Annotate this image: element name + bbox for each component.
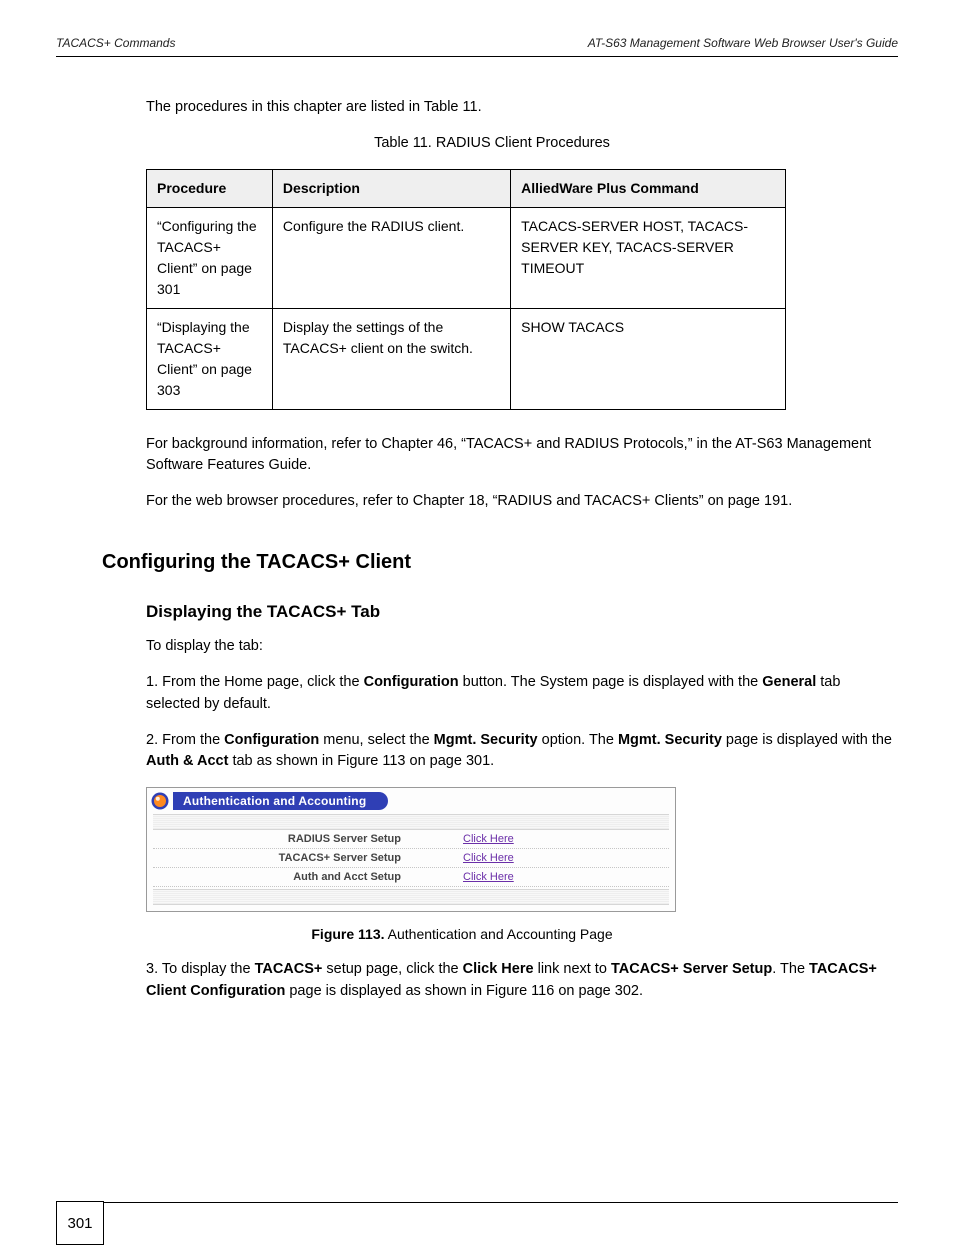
cell-description: Configure the RADIUS client. bbox=[272, 207, 510, 308]
step1-bold1: Configuration bbox=[364, 674, 459, 690]
figure-label: Figure 113. bbox=[311, 926, 384, 942]
tacacs-setup-link[interactable]: Click Here bbox=[463, 850, 514, 867]
header-left-text: TACACS+ Commands bbox=[56, 36, 175, 50]
step3-mid2: link next to bbox=[534, 961, 611, 977]
step-3: 3. To display the TACACS+ setup page, cl… bbox=[146, 959, 898, 1003]
radius-setup-link[interactable]: Click Here bbox=[463, 831, 514, 848]
panel-header: Authentication and Accounting bbox=[151, 792, 675, 810]
table-row: “Configuring the TACACS+ Client” on page… bbox=[147, 207, 786, 308]
table-caption: Table 11. RADIUS Client Procedures bbox=[146, 133, 898, 155]
post-table-para-1: For background information, refer to Cha… bbox=[146, 434, 898, 478]
col-header-description: Description bbox=[272, 169, 510, 207]
col-header-command: AlliedWare Plus Command bbox=[511, 169, 786, 207]
step2-mid3: page is displayed with the bbox=[722, 732, 892, 748]
auth-accounting-panel: Authentication and Accounting RADIUS Ser… bbox=[146, 787, 676, 912]
step-2: 2. From the Configuration menu, select t… bbox=[146, 730, 898, 774]
subsection-heading: Displaying the TACACS+ Tab bbox=[146, 599, 898, 625]
page-number: 301 bbox=[56, 1201, 104, 1245]
step1-mid: button. The System page is displayed wit… bbox=[459, 674, 763, 690]
step2-prefix: 2. From the bbox=[146, 732, 224, 748]
page-header: TACACS+ Commands AT-S63 Management Softw… bbox=[56, 36, 898, 57]
intro-paragraph: The procedures in this chapter are liste… bbox=[146, 97, 898, 119]
cell-procedure: “Configuring the TACACS+ Client” on page… bbox=[147, 207, 273, 308]
panel-bullet-icon bbox=[151, 792, 169, 810]
section-heading: Configuring the TACACS+ Client bbox=[102, 547, 898, 577]
step1-bold2: General bbox=[762, 674, 816, 690]
step3-bold2: Click Here bbox=[463, 961, 534, 977]
step3-bold1: TACACS+ bbox=[255, 961, 323, 977]
intro-table-ref: Table 11 bbox=[424, 99, 478, 115]
cell-description: Display the settings of the TACACS+ clie… bbox=[272, 308, 510, 409]
panel-label-radius: RADIUS Server Setup bbox=[153, 831, 463, 848]
step3-mid1: setup page, click the bbox=[322, 961, 462, 977]
footer-rule: 301 bbox=[56, 1202, 898, 1203]
step2-bold1: Configuration bbox=[224, 732, 319, 748]
step-1: 1. From the Home page, click the Configu… bbox=[146, 672, 898, 716]
step2-bold4: Auth & Acct bbox=[146, 753, 228, 769]
pt2-text-1: For the web browser procedures, refer to bbox=[146, 493, 413, 509]
header-right-text: AT-S63 Management Software Web Browser U… bbox=[588, 36, 898, 50]
panel-label-tacacs: TACACS+ Server Setup bbox=[153, 850, 463, 867]
figure-caption-text: Authentication and Accounting Page bbox=[385, 926, 613, 942]
table-row: “Displaying the TACACS+ Client” on page … bbox=[147, 308, 786, 409]
panel-title: Authentication and Accounting bbox=[173, 792, 388, 810]
procedures-table: Procedure Description AlliedWare Plus Co… bbox=[146, 169, 786, 410]
col-header-procedure: Procedure bbox=[147, 169, 273, 207]
step3-bold3: TACACS+ Server Setup bbox=[611, 961, 772, 977]
page-footer: 301 bbox=[56, 1202, 898, 1203]
lead-in-text: To display the tab: bbox=[146, 636, 898, 658]
cell-command: SHOW TACACS bbox=[511, 308, 786, 409]
table-header-row: Procedure Description AlliedWare Plus Co… bbox=[147, 169, 786, 207]
post-table-para-2: For the web browser procedures, refer to… bbox=[146, 491, 898, 513]
page-container: TACACS+ Commands AT-S63 Management Softw… bbox=[0, 0, 954, 1235]
panel-row-radius: RADIUS Server Setup Click Here bbox=[153, 830, 669, 849]
step2-bold2: Mgmt. Security bbox=[434, 732, 538, 748]
step2-mid1: menu, select the bbox=[319, 732, 433, 748]
step3-mid3: . The bbox=[772, 961, 809, 977]
step3-prefix: 3. To display the bbox=[146, 961, 255, 977]
pt2-text-2: . bbox=[788, 493, 792, 509]
intro-text-1: The procedures in this chapter are liste… bbox=[146, 99, 424, 115]
figure-caption: Figure 113. Authentication and Accountin… bbox=[146, 924, 898, 945]
cell-command: TACACS-SERVER HOST, TACACS-SERVER KEY, T… bbox=[511, 207, 786, 308]
step2-bold3: Mgmt. Security bbox=[618, 732, 722, 748]
panel-label-authacct: Auth and Acct Setup bbox=[153, 869, 463, 886]
panel-bottom-spacer bbox=[153, 889, 669, 905]
step3-suffix: page is displayed as shown in Figure 116… bbox=[285, 983, 643, 999]
step2-mid2: option. The bbox=[538, 732, 618, 748]
pt2-link: Chapter 18, “RADIUS and TACACS+ Clients”… bbox=[413, 493, 788, 509]
intro-text-2: . bbox=[478, 99, 482, 115]
panel-row-authacct: Auth and Acct Setup Click Here bbox=[153, 868, 669, 887]
step1-prefix: 1. From the Home page, click the bbox=[146, 674, 364, 690]
panel-divider bbox=[153, 814, 669, 830]
cell-procedure: “Displaying the TACACS+ Client” on page … bbox=[147, 308, 273, 409]
panel-row-tacacs: TACACS+ Server Setup Click Here bbox=[153, 849, 669, 868]
body-content: The procedures in this chapter are liste… bbox=[56, 97, 898, 1003]
step2-suffix: tab as shown in Figure 113 on page 301. bbox=[228, 753, 494, 769]
authacct-setup-link[interactable]: Click Here bbox=[463, 869, 514, 886]
